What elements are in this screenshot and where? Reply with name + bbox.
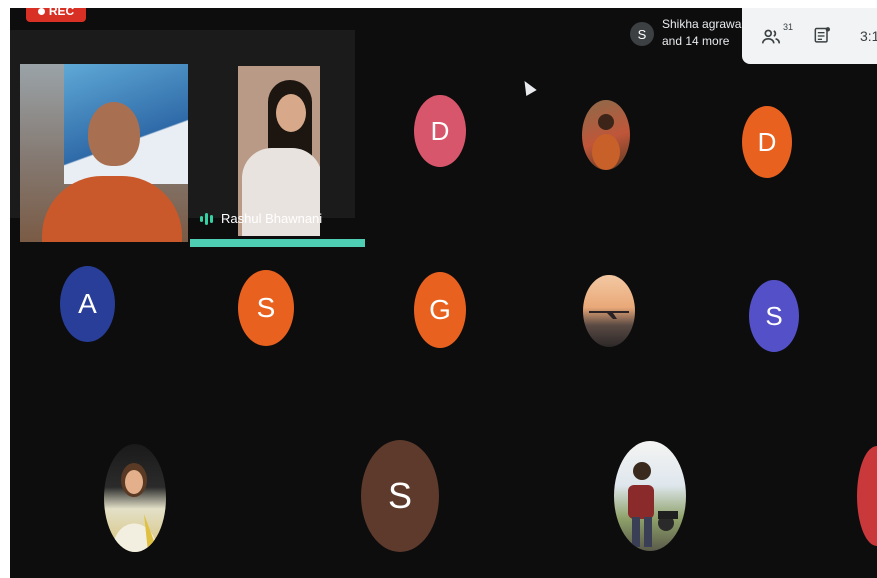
chat-icon xyxy=(814,27,830,43)
participant-avatar-a[interactable]: A xyxy=(60,266,115,342)
participant-photo-woman-2[interactable] xyxy=(104,444,166,552)
participants-button[interactable]: 31 xyxy=(760,22,793,51)
participants-chip[interactable]: S Shikha agrawal and 14 more xyxy=(630,16,744,50)
participant-avatar-d[interactable]: D xyxy=(414,95,466,167)
chip-avatar: S xyxy=(630,22,654,46)
airplane-photo-icon xyxy=(589,311,629,319)
chip-more: and 14 more xyxy=(662,34,730,48)
person-photo-icon xyxy=(628,462,678,547)
clock-text: 3:1 xyxy=(860,28,877,44)
chat-button[interactable] xyxy=(812,26,832,49)
speaker-name: Rashul Bhawnani xyxy=(221,211,323,226)
person-photo-icon xyxy=(592,114,620,170)
recording-badge: REC xyxy=(26,8,86,22)
top-toolbar: 31 3:1 xyxy=(742,8,877,64)
mouse-cursor-icon xyxy=(519,77,537,97)
participant-avatar-g[interactable]: G xyxy=(414,272,466,348)
video-tile-host[interactable] xyxy=(20,64,188,242)
speaker-face xyxy=(276,94,306,132)
participant-face xyxy=(88,102,140,166)
participant-photo-airplane[interactable] xyxy=(583,275,635,347)
participants-count: 31 xyxy=(783,22,794,32)
presenter-tile[interactable]: Rashul Bhawnani xyxy=(10,30,365,247)
participant-photo-woman[interactable] xyxy=(582,100,630,170)
recording-label: REC xyxy=(48,8,75,18)
participant-avatar-d-2[interactable]: D xyxy=(742,106,792,178)
record-dot-icon xyxy=(37,8,45,15)
participant-body xyxy=(42,176,182,242)
participant-avatar-s[interactable]: S xyxy=(238,270,294,346)
speaking-indicator-icon xyxy=(200,212,213,225)
speaker-label: Rashul Bhawnani xyxy=(200,211,322,226)
participant-avatar-s-3[interactable]: S xyxy=(361,440,439,552)
participant-photo-man[interactable] xyxy=(614,441,686,551)
speaking-highlight xyxy=(190,239,365,247)
chip-name: Shikha agrawal xyxy=(662,17,745,31)
people-icon xyxy=(761,29,781,44)
person-photo-icon xyxy=(112,463,158,552)
participant-avatar-s-2[interactable]: S xyxy=(749,280,799,352)
